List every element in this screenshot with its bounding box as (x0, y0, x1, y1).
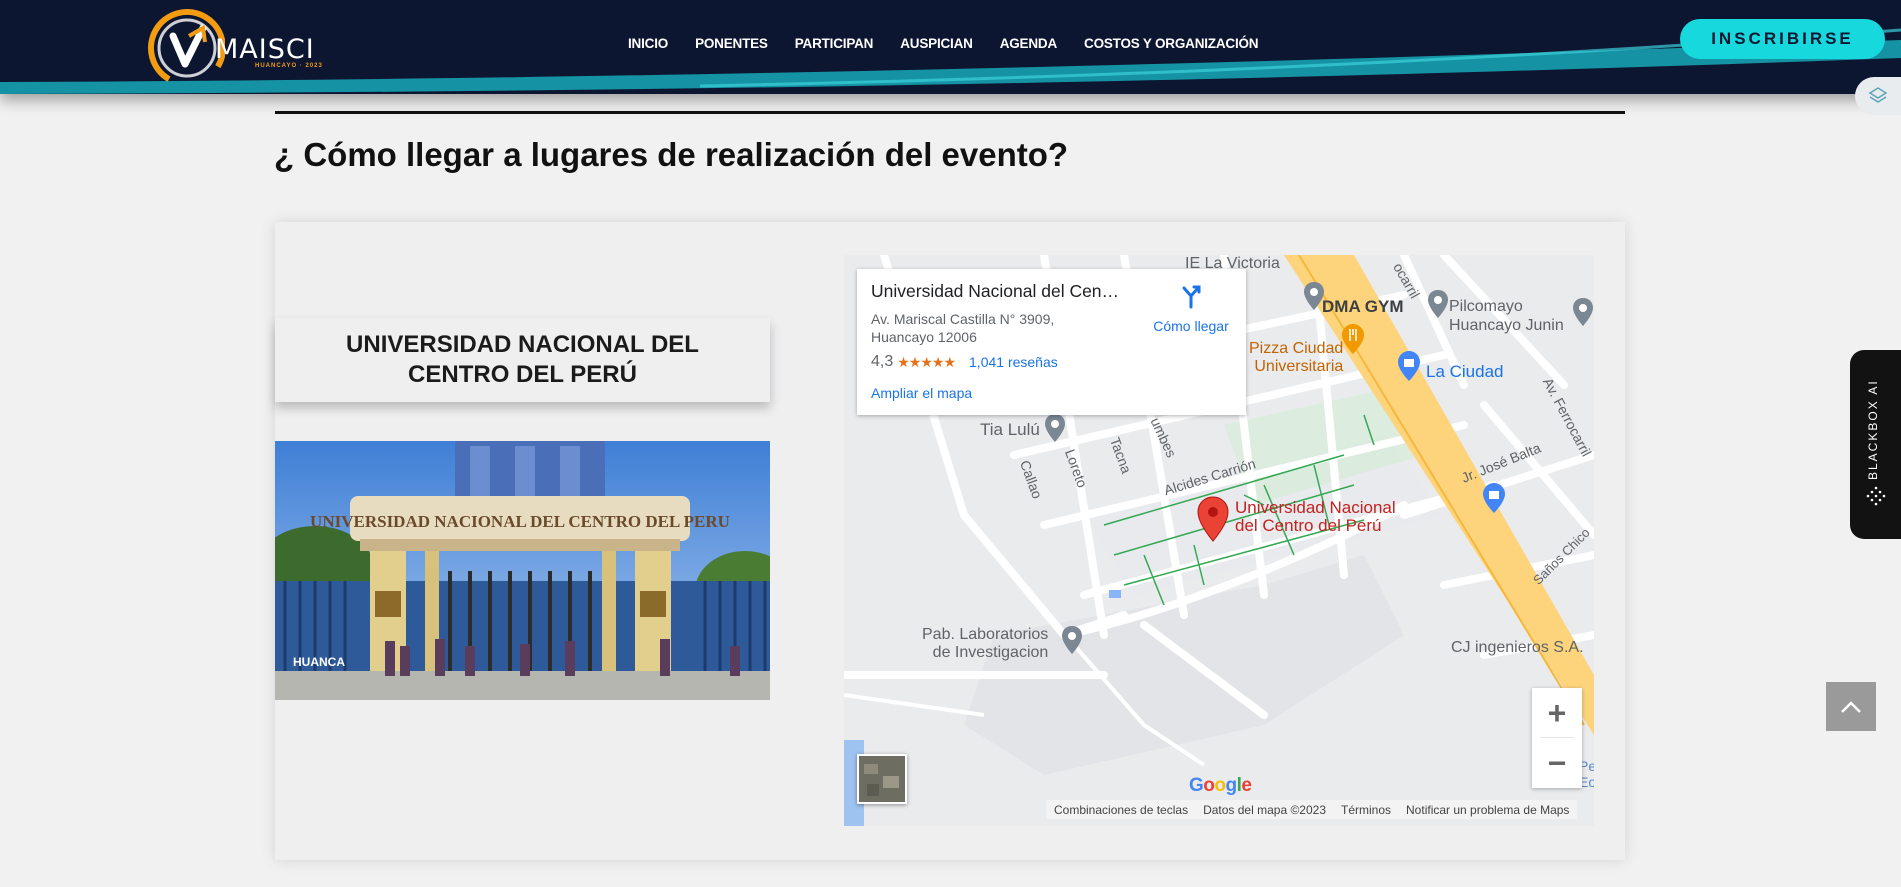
blackbox-ai-widget[interactable]: BLACKBOX AI (1850, 350, 1901, 539)
restaurant-pin-icon[interactable] (1341, 323, 1365, 355)
nav-participan[interactable]: PARTICIPAN (795, 36, 874, 51)
logo-emblem-icon (148, 9, 226, 87)
section-divider (275, 111, 1625, 114)
label-pilcomayo-line2: Huancayo Junin (1449, 317, 1564, 334)
terms-link[interactable]: Términos (1341, 803, 1391, 817)
marker-label-line1: Universidad Nacional (1235, 498, 1396, 517)
place-address: Av. Mariscal Castilla N° 3909, Huancayo … (871, 311, 1055, 345)
label-pilcomayo: Pilcomayo Huancayo Junin (1449, 297, 1564, 335)
chevron-up-icon (1841, 700, 1861, 713)
rating-value: 4,3 (871, 353, 894, 370)
svg-text:HUANCA: HUANCA (293, 655, 345, 669)
label-pilcomayo-line1: Pilcomayo (1449, 298, 1523, 315)
google-logo: Google (1189, 775, 1252, 796)
map-attribution: Combinaciones de teclas Datos del mapa ©… (1046, 800, 1578, 819)
section-title: ¿ Cómo llegar a lugares de realización d… (274, 136, 1069, 173)
label-pizza-line2: Universitaria (1254, 358, 1344, 375)
place-info-card: Universidad Nacional del Centro del Perú… (857, 269, 1246, 415)
logo-text: MAISCI (215, 34, 315, 65)
blackbox-logo-icon (1866, 486, 1886, 506)
directions-button[interactable]: Cómo llegar (1141, 283, 1241, 334)
reviews-link[interactable]: 1,041 reseñas (969, 354, 1058, 370)
gate-sign-text: UNIVERSIDAD NACIONAL DEL CENTRO DEL PERU (310, 512, 730, 531)
satellite-thumbnail-icon (859, 756, 905, 802)
nav-costos[interactable]: COSTOS Y ORGANIZACIÓN (1084, 36, 1259, 51)
university-marker-icon[interactable] (1196, 495, 1230, 543)
label-laboratorios: Pab. Laboratorios de Investigacion (922, 626, 1048, 662)
logo-subtext: HUANCAYO · 2023 (255, 63, 323, 69)
place-name: Universidad Nacional del Centro del Perú (871, 281, 1121, 301)
label-laboratorios-line1: Pab. Laboratorios (922, 626, 1049, 643)
laboratorio-pin-icon[interactable] (1061, 625, 1083, 655)
rating-stars-icon: ★★★★★ (897, 353, 956, 370)
university-gate-image: UNIVERSIDAD NACIONAL DEL CENTRO DEL PERU… (275, 441, 770, 700)
directions-icon (1182, 285, 1201, 309)
zoom-out-button[interactable]: − (1532, 738, 1582, 788)
maisci-logo[interactable]: MAISCI HUANCAYO · 2023 (145, 6, 325, 90)
extension-badge[interactable] (1855, 77, 1901, 115)
nav-inicio[interactable]: INICIO (628, 36, 668, 51)
main-nav: INICIO PONENTES PARTICIPAN AUSPICIAN AGE… (628, 36, 1259, 51)
shop-pin-icon[interactable] (1397, 350, 1421, 382)
label-dma-gym: DMA GYM (1322, 297, 1404, 316)
place-pin-icon[interactable] (1572, 297, 1594, 327)
zoom-in-button[interactable]: + (1532, 688, 1582, 738)
label-laboratorios-line2: de Investigacion (932, 644, 1049, 661)
nav-ponentes[interactable]: PONENTES (695, 36, 768, 51)
label-pizza: Pizza Ciudad Universitaria (1249, 340, 1343, 376)
enlarge-map-link[interactable]: Ampliar el mapa (871, 385, 972, 401)
venue-photo: UNIVERSIDAD NACIONAL DEL CENTRO DEL PERU… (275, 441, 770, 700)
label-cj-ingenieros: CJ ingenieros S.A. (1451, 639, 1584, 656)
label-pizza-line1: Pizza Ciudad (1249, 340, 1344, 357)
zoom-separator (1540, 737, 1574, 738)
scroll-to-top-button[interactable] (1826, 682, 1876, 731)
map-data-text: Datos del mapa ©2023 (1203, 802, 1326, 817)
venue-name: UNIVERSIDAD NACIONAL DEL CENTRO DEL PERÚ (346, 331, 699, 388)
keyboard-shortcuts-link[interactable]: Combinaciones de teclas (1054, 803, 1188, 817)
inscribirse-button[interactable]: INSCRIBIRSE (1680, 19, 1885, 59)
place-pin-icon-2[interactable] (1427, 289, 1449, 319)
blackbox-label: BLACKBOX AI (1866, 379, 1880, 480)
venue-name-box: UNIVERSIDAD NACIONAL DEL CENTRO DEL PERÚ (275, 318, 770, 402)
nav-agenda[interactable]: AGENDA (1000, 36, 1058, 51)
marker-label: Universidad Nacional del Centro del Perú (1235, 499, 1396, 535)
layers-icon (1868, 87, 1888, 103)
marker-label-line2: del Centro del Perú (1235, 516, 1382, 535)
nav-auspician[interactable]: AUSPICIAN (900, 36, 973, 51)
label-la-ciudad: La Ciudad (1426, 362, 1504, 381)
map-type-toggle[interactable] (857, 754, 907, 804)
map-zoom-control: + − (1532, 688, 1582, 788)
label-tia-lulu: Tia Lulú (980, 420, 1040, 439)
tia-lulu-pin-icon[interactable] (1044, 413, 1066, 443)
site-header: MAISCI HUANCAYO · 2023 INICIO PONENTES P… (0, 0, 1901, 94)
place-rating: 4,3 ★★★★★ 1,041 reseñas (871, 353, 1058, 371)
report-problem-link[interactable]: Notificar un problema de Maps (1406, 803, 1569, 817)
shop-pin-icon-2[interactable] (1482, 482, 1506, 514)
directions-label: Cómo llegar (1153, 318, 1229, 334)
